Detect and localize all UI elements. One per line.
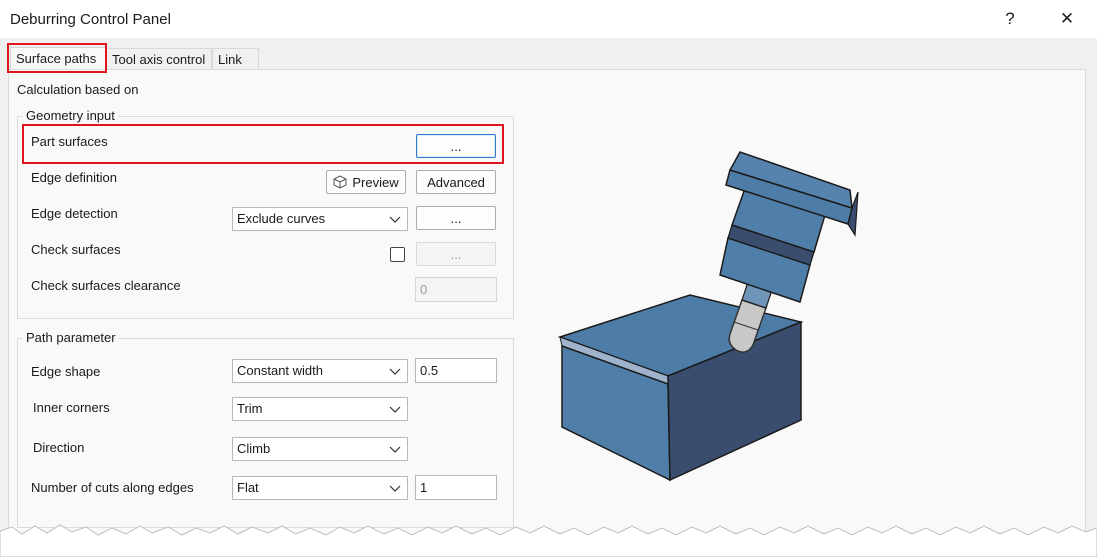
cube-icon: [333, 175, 347, 189]
geometry-input-title: Geometry input: [23, 108, 118, 123]
torn-edge-decoration: [0, 524, 1097, 557]
close-button[interactable]: ✕: [1044, 0, 1090, 38]
advanced-button[interactable]: Advanced: [416, 170, 496, 194]
chevron-down-icon: [389, 446, 401, 453]
check-surfaces-clearance-label: Check surfaces clearance: [31, 278, 181, 293]
chevron-down-icon: [389, 368, 401, 375]
tab-surface-paths[interactable]: Surface paths: [10, 47, 106, 69]
calculation-based-on-label: Calculation based on: [17, 82, 139, 97]
direction-select[interactable]: Climb: [232, 437, 408, 461]
inner-corners-value: Trim: [237, 401, 263, 416]
chevron-down-icon: [389, 216, 401, 223]
edge-detection-button[interactable]: ...: [416, 206, 496, 230]
number-of-cuts-label: Number of cuts along edges: [31, 480, 194, 495]
tab-link[interactable]: Link: [212, 48, 259, 70]
part-surfaces-button[interactable]: ...: [416, 134, 496, 158]
chevron-down-icon: [389, 406, 401, 413]
check-surfaces-clearance-input[interactable]: 0: [415, 277, 497, 302]
chevron-down-icon: [389, 485, 401, 492]
preview-button[interactable]: Preview: [326, 170, 406, 194]
tab-link-label: Link: [218, 52, 242, 67]
inner-corners-select[interactable]: Trim: [232, 397, 408, 421]
direction-value: Climb: [237, 441, 271, 456]
help-button[interactable]: ?: [987, 0, 1033, 38]
tab-tool-axis-control[interactable]: Tool axis control: [106, 48, 212, 70]
edge-shape-select[interactable]: Constant width: [232, 359, 408, 383]
deburring-illustration: [557, 151, 859, 482]
tab-surface-paths-label: Surface paths: [16, 51, 97, 66]
direction-label: Direction: [33, 440, 85, 455]
number-of-cuts-input[interactable]: 1: [415, 475, 497, 500]
check-surfaces-checkbox[interactable]: [390, 247, 405, 262]
edge-shape-value: Constant width: [237, 363, 323, 378]
edge-shape-width-input[interactable]: 0.5: [415, 358, 497, 383]
inner-corners-label: Inner corners: [33, 400, 110, 415]
path-parameter-title: Path parameter: [23, 330, 119, 345]
part-surfaces-label: Part surfaces: [31, 134, 108, 149]
edge-detection-label: Edge detection: [31, 206, 118, 221]
close-icon: ✕: [1059, 9, 1075, 28]
title-bar: Deburring Control Panel ? ✕: [0, 0, 1097, 38]
number-of-cuts-mode-select[interactable]: Flat: [232, 476, 408, 500]
edge-detection-value: Exclude curves: [237, 211, 326, 226]
edge-detection-select[interactable]: Exclude curves: [232, 207, 408, 231]
tab-tool-axis-control-label: Tool axis control: [112, 52, 206, 67]
preview-button-label: Preview: [352, 174, 399, 190]
edge-definition-label: Edge definition: [31, 170, 118, 185]
check-surfaces-label: Check surfaces: [31, 242, 121, 257]
edge-shape-label: Edge shape: [31, 364, 101, 379]
window-title: Deburring Control Panel: [10, 11, 171, 28]
number-of-cuts-mode-value: Flat: [237, 480, 259, 495]
check-surfaces-button[interactable]: ...: [416, 242, 496, 266]
